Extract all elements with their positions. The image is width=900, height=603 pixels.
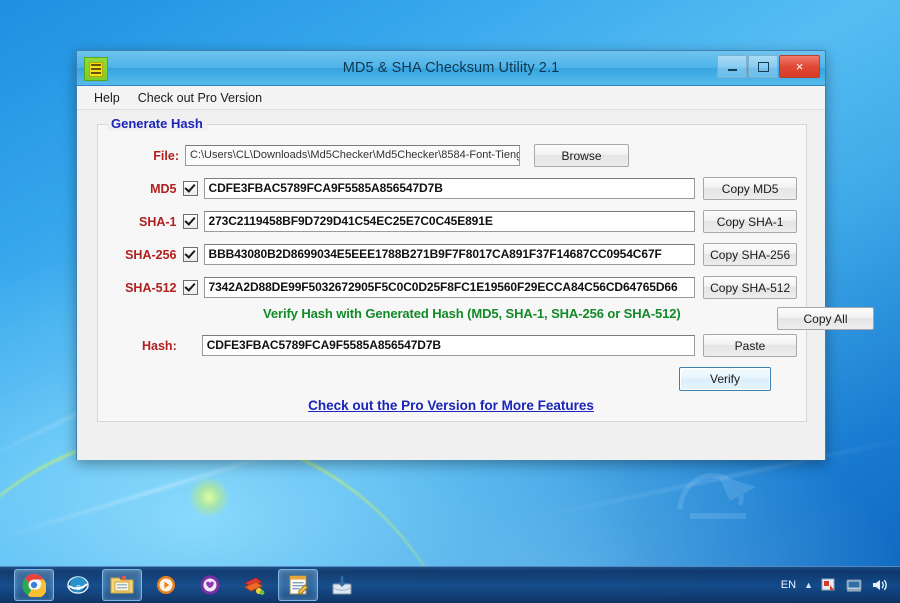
taskbar: e EN ▲ [0, 566, 900, 603]
wallpaper-glow [188, 476, 230, 518]
file-label: File: [153, 148, 179, 163]
sha1-checkbox[interactable] [182, 214, 198, 229]
copy-md5-button[interactable]: Copy MD5 [703, 177, 797, 200]
minimize-icon [727, 68, 737, 71]
system-tray: EN ▲ [781, 577, 900, 593]
browse-button[interactable]: Browse [534, 144, 629, 167]
copy-sha1-button[interactable]: Copy SHA-1 [703, 210, 797, 233]
taskbar-item-notes-app[interactable] [278, 569, 318, 601]
md5-checkbox[interactable] [182, 181, 198, 196]
books-app-icon [243, 577, 265, 595]
taskbar-item-chrome[interactable] [14, 569, 54, 601]
md5-row: MD5 CDFE3FBAC5789FCA9F5585A856547D7B Cop… [107, 177, 797, 200]
tray-flag-icon[interactable] [821, 577, 838, 593]
close-icon: × [795, 59, 804, 74]
copy-sha256-button[interactable]: Copy SHA-256 [703, 243, 797, 266]
title-bar[interactable]: MD5 & SHA Checksum Utility 2.1 × [77, 51, 825, 86]
taskbar-item-file-explorer[interactable] [102, 569, 142, 601]
notes-app-icon [289, 575, 309, 595]
menu-bar: Help Check out Pro Version [77, 86, 825, 110]
svg-text:e: e [76, 581, 81, 593]
sha256-checkbox[interactable] [182, 247, 198, 262]
copy-all-button[interactable]: Copy All [777, 307, 874, 330]
desktop: MD5 & SHA Checksum Utility 2.1 × Help Ch… [0, 0, 900, 603]
app-window: MD5 & SHA Checksum Utility 2.1 × Help Ch… [76, 50, 874, 460]
md5-label: MD5 [150, 181, 177, 196]
maximize-icon [757, 61, 769, 72]
internet-explorer-icon: e [67, 576, 89, 594]
taskbar-item-media-player[interactable] [146, 569, 186, 601]
taskbar-items: e [0, 569, 362, 601]
close-button[interactable]: × [779, 55, 820, 78]
window-title: MD5 & SHA Checksum Utility 2.1 [342, 60, 560, 76]
sha256-row: SHA-256 BBB43080B2D8699034E5EEE1788B271B… [107, 243, 797, 266]
sha512-checkbox[interactable] [182, 280, 198, 295]
menu-item-help[interactable]: Help [85, 88, 129, 108]
verify-hash-input[interactable]: CDFE3FBAC5789FCA9F5585A856547D7B [201, 335, 695, 356]
media-player-icon [157, 576, 175, 594]
window-client-area: Generate Hash File: C:\Users\CL\Download… [77, 110, 874, 460]
sha1-label: SHA-1 [139, 214, 177, 229]
show-hidden-icons-chevron-icon[interactable]: ▲ [804, 580, 813, 590]
install-app-icon [332, 576, 352, 595]
verify-hash-row: Hash: CDFE3FBAC5789FCA9F5585A856547D7B P… [107, 334, 797, 357]
generate-hash-legend: Generate Hash [107, 116, 207, 131]
sha1-value-input[interactable]: 273C2119458BF9D729D41C54EC25E7C0C45E891E [203, 211, 696, 232]
sha256-label: SHA-256 [125, 247, 177, 262]
verify-section-title: Verify Hash with Generated Hash (MD5, SH… [263, 306, 681, 321]
md5-value-input[interactable]: CDFE3FBAC5789FCA9F5585A856547D7B [203, 178, 696, 199]
purple-app-icon [200, 575, 220, 595]
tray-language[interactable]: EN [781, 579, 796, 591]
sha512-row: SHA-512 7342A2D88DE99F5032672905F5C0C0D2… [107, 276, 797, 299]
chrome-icon [22, 573, 46, 597]
taskbar-item-purple-app[interactable] [190, 569, 230, 601]
menu-item-check-out-pro-version[interactable]: Check out Pro Version [129, 88, 271, 108]
taskbar-item-install-app[interactable] [322, 569, 362, 601]
paste-button[interactable]: Paste [703, 334, 797, 357]
sha256-value-input[interactable]: BBB43080B2D8699034E5EEE1788B271B9F7F8017… [203, 244, 696, 265]
windows-watermark [677, 473, 756, 519]
verify-button[interactable]: Verify [679, 367, 771, 391]
taskbar-item-books-app[interactable] [234, 569, 274, 601]
hash-label: Hash: [142, 338, 177, 353]
tray-volume-icon[interactable] [871, 577, 888, 593]
file-row: File: C:\Users\CL\Downloads\Md5Checker\M… [107, 144, 797, 167]
sha512-value-input[interactable]: 7342A2D88DE99F5032672905F5C0C0D25F8FC1E1… [203, 277, 696, 298]
taskbar-item-internet-explorer[interactable]: e [58, 569, 98, 601]
maximize-button[interactable] [748, 55, 778, 78]
copy-sha512-button[interactable]: Copy SHA-512 [703, 276, 797, 299]
file-path-input[interactable]: C:\Users\CL\Downloads\Md5Checker\Md5Chec… [185, 145, 520, 166]
minimize-button[interactable] [717, 55, 747, 78]
sha1-row: SHA-1 273C2119458BF9D729D41C54EC25E7C0C4… [107, 210, 797, 233]
tray-network-icon[interactable] [846, 577, 863, 593]
file-explorer-icon [110, 576, 134, 594]
sha512-label: SHA-512 [125, 280, 177, 295]
pro-version-link[interactable]: Check out the Pro Version for More Featu… [77, 398, 825, 413]
